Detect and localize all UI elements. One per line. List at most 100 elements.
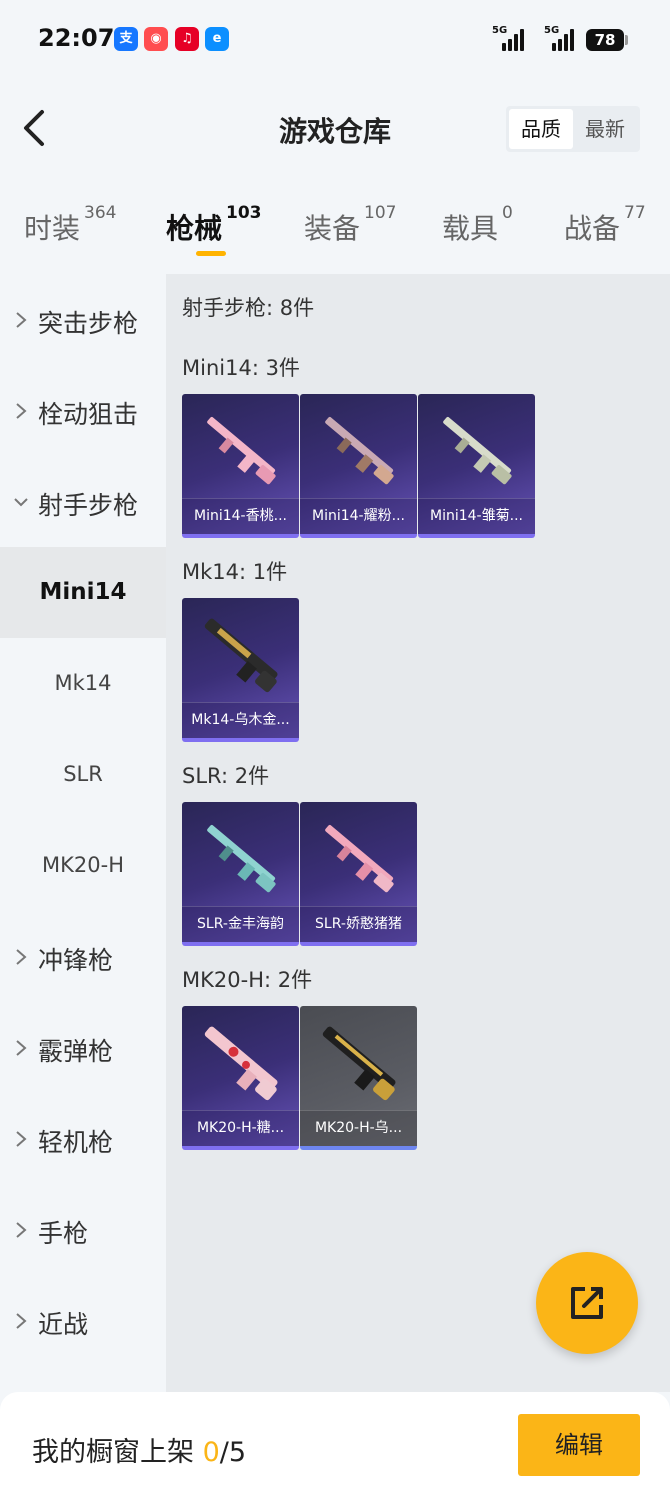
candy-rifle-icon bbox=[204, 1026, 278, 1101]
weapon-card-label: SLR-金丰海韵 bbox=[182, 906, 299, 942]
sidebar-subitem-mk14[interactable]: Mk14 bbox=[0, 638, 166, 729]
pink-gold-rifle-icon bbox=[325, 416, 394, 485]
sidebar-item-bolt-sniper[interactable]: 栓动狙击 bbox=[0, 365, 166, 456]
music-app-icon: ♫ bbox=[175, 27, 199, 51]
weapon-grid-panel: 射手步枪: 8件 Mini14: 3件 Mini14-香桃... Mini14-… bbox=[166, 274, 670, 1392]
weapon-card-label: MK20-H-糖... bbox=[182, 1110, 299, 1146]
sidebar-item-label: 栓动狙击 bbox=[38, 400, 139, 429]
sidebar-item-lmg[interactable]: 轻机枪 bbox=[0, 1093, 166, 1184]
signal-strength-icon: 5G bbox=[492, 25, 526, 51]
signal-label: 5G bbox=[544, 25, 560, 36]
group-title: SLR: 2件 bbox=[182, 764, 270, 788]
weapon-card[interactable]: SLR-金丰海韵 bbox=[182, 802, 299, 946]
sidebar-item-label: 近战 bbox=[38, 1310, 89, 1339]
group-title: MK20-H: 2件 bbox=[182, 968, 313, 992]
weapon-card-label: Mini14-香桃... bbox=[182, 498, 299, 534]
sort-toggle: 品质 最新 bbox=[506, 106, 640, 152]
group-title: Mini14: 3件 bbox=[182, 356, 300, 380]
sidebar-subitem-mk20h[interactable]: MK20-H bbox=[0, 820, 166, 911]
showcase-bottom-bar: 我的橱窗上架 0/5 编辑 bbox=[0, 1392, 670, 1498]
status-bar: 22:07 支 ◉ ♫ e 5G 5G 78 bbox=[0, 0, 670, 80]
weapon-card[interactable]: Mini14-香桃... bbox=[182, 394, 299, 538]
showcase-label: 我的橱窗上架 bbox=[32, 1437, 203, 1468]
tab-count: 364 bbox=[84, 203, 117, 223]
battery-tip bbox=[625, 35, 628, 45]
pig-rifle-icon bbox=[325, 824, 394, 893]
weapon-card[interactable]: Mini14-雏菊... bbox=[418, 394, 535, 538]
sidebar-item-pistol[interactable]: 手枪 bbox=[0, 1184, 166, 1275]
tab-vehicles[interactable]: 载具 0 bbox=[442, 203, 513, 247]
group-title: Mk14: 1件 bbox=[182, 560, 288, 584]
tab-count: 107 bbox=[364, 203, 397, 223]
page-header: 游戏仓库 品质 最新 bbox=[0, 90, 670, 170]
weapon-card-label: MK20-H-乌... bbox=[300, 1110, 417, 1146]
black-gold-rifle-icon bbox=[322, 1026, 396, 1101]
tab-equipment[interactable]: 装备 107 bbox=[304, 203, 396, 247]
chevron-right-icon bbox=[16, 949, 27, 965]
category-tabs: 时装 364 枪械 103 装备 107 载具 0 战备 77 bbox=[0, 195, 670, 265]
tab-supplies[interactable]: 战备 77 bbox=[564, 203, 646, 247]
ebony-gold-rifle-icon bbox=[204, 618, 278, 693]
tab-label: 装备 bbox=[304, 212, 361, 245]
pink-rifle-icon bbox=[207, 416, 276, 485]
chevron-right-icon bbox=[16, 312, 27, 328]
chevron-right-icon bbox=[16, 403, 27, 419]
sidebar-item-label: 射手步枪 bbox=[38, 491, 139, 520]
weapon-card-label: SLR-娇憨猪猪 bbox=[300, 906, 417, 942]
tab-label: 时装 bbox=[24, 212, 81, 245]
chevron-down-icon bbox=[14, 498, 28, 507]
tab-count: 77 bbox=[624, 203, 646, 223]
shop-app-icon: ◉ bbox=[144, 27, 168, 51]
weapon-card[interactable]: Mk14-乌木金... bbox=[182, 598, 299, 742]
weapon-card-label: Mk14-乌木金... bbox=[182, 702, 299, 738]
chevron-right-icon bbox=[16, 1222, 27, 1238]
eleme-icon: e bbox=[205, 27, 229, 51]
sidebar-item-label: 霰弹枪 bbox=[38, 1037, 114, 1066]
category-title: 射手步枪: 8件 bbox=[182, 296, 315, 320]
weapon-type-sidebar: 突击步枪 栓动狙击 射手步枪 Mini14 Mk14 SLR MK20-H 冲锋… bbox=[0, 274, 166, 1392]
sidebar-subitem-slr[interactable]: SLR bbox=[0, 729, 166, 820]
showcase-status: 我的橱窗上架 0/5 bbox=[32, 1430, 246, 1469]
tab-firearms[interactable]: 枪械 103 bbox=[166, 203, 262, 247]
weapon-card[interactable]: Mini14-耀粉... bbox=[300, 394, 417, 538]
tab-label: 枪械 bbox=[166, 212, 223, 245]
edit-button[interactable]: 编辑 bbox=[518, 1414, 640, 1476]
tab-count: 0 bbox=[502, 203, 513, 223]
status-time: 22:07 bbox=[38, 24, 115, 52]
sidebar-item-label: 手枪 bbox=[38, 1219, 89, 1248]
weapon-card-label: Mini14-雏菊... bbox=[418, 498, 535, 534]
sidebar-item-melee[interactable]: 近战 bbox=[0, 1275, 166, 1366]
tab-label: 载具 bbox=[442, 212, 499, 245]
weapon-card[interactable]: MK20-H-糖... bbox=[182, 1006, 299, 1150]
weapon-card[interactable]: MK20-H-乌... bbox=[300, 1006, 417, 1150]
sidebar-item-label: 轻机枪 bbox=[38, 1128, 114, 1157]
tab-count: 103 bbox=[226, 203, 262, 223]
sidebar-item-label: 突击步枪 bbox=[38, 309, 139, 338]
chevron-right-icon bbox=[16, 1131, 27, 1147]
external-link-icon bbox=[571, 1287, 603, 1319]
signal-label: 5G bbox=[492, 25, 508, 36]
tab-fashion[interactable]: 时装 364 bbox=[24, 203, 116, 247]
sidebar-item-label: 冲锋枪 bbox=[38, 946, 114, 975]
sidebar-item-assault-rifle[interactable]: 突击步枪 bbox=[0, 274, 166, 365]
active-tab-indicator bbox=[196, 251, 226, 256]
daisy-rifle-icon bbox=[443, 416, 512, 485]
teal-rifle-icon bbox=[207, 824, 276, 893]
sort-newest-button[interactable]: 最新 bbox=[573, 109, 637, 149]
sort-quality-button[interactable]: 品质 bbox=[509, 109, 573, 149]
showcase-current-count: 0 bbox=[202, 1437, 220, 1468]
sidebar-item-shotgun[interactable]: 霰弹枪 bbox=[0, 1002, 166, 1093]
share-fab-button[interactable] bbox=[536, 1252, 638, 1354]
signal-strength-icon-2: 5G bbox=[540, 25, 578, 51]
tab-label: 战备 bbox=[564, 212, 621, 245]
sidebar-item-smg[interactable]: 冲锋枪 bbox=[0, 911, 166, 1002]
battery-indicator: 78 bbox=[586, 29, 624, 51]
alipay-icon: 支 bbox=[114, 27, 138, 51]
chevron-right-icon bbox=[16, 1313, 27, 1329]
weapon-card-label: Mini14-耀粉... bbox=[300, 498, 417, 534]
chevron-right-icon bbox=[16, 1040, 27, 1056]
showcase-total-count: /5 bbox=[219, 1437, 247, 1468]
weapon-card[interactable]: SLR-娇憨猪猪 bbox=[300, 802, 417, 946]
sidebar-item-marksman-rifle[interactable]: 射手步枪 bbox=[0, 456, 166, 547]
sidebar-subitem-mini14[interactable]: Mini14 bbox=[0, 547, 166, 638]
